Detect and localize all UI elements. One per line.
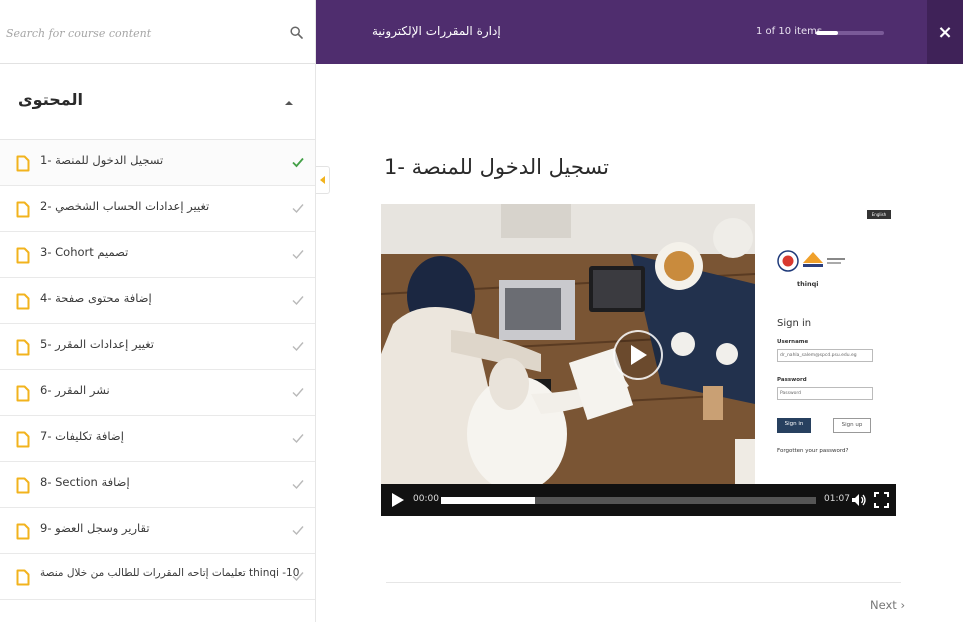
- document-icon: [16, 569, 30, 586]
- content-item-label: إضافة محتوى صفحة -4: [40, 291, 152, 305]
- volume-icon[interactable]: [851, 492, 867, 508]
- content-item-label: تسجيل الدخول للمنصة -1: [40, 153, 164, 167]
- content-item-10[interactable]: تعليمات إتاحه المقررات للطالب من خلال من…: [0, 554, 315, 600]
- collapse-up-icon[interactable]: [280, 94, 298, 112]
- content-item-label: تعليمات إتاحه المقررات للطالب من خلال من…: [40, 567, 300, 579]
- content-item-list: تسجيل الدخول للمنصة -1 تغيير إعدادات الح…: [0, 140, 315, 600]
- check-icon: [291, 338, 305, 352]
- progress-text: 1 of 10 items: [756, 26, 823, 37]
- content-item-6[interactable]: نشر المقرر -6: [0, 370, 315, 416]
- section-title: المحتوى: [18, 90, 83, 109]
- content-item-2[interactable]: تغيير إعدادات الحساب الشخصي -2: [0, 186, 315, 232]
- password-label: Password: [777, 377, 807, 383]
- seek-bar[interactable]: [441, 497, 816, 504]
- check-icon: [291, 292, 305, 306]
- content-item-label: إضافة تكليفات -7: [40, 429, 124, 443]
- search-bar: [0, 0, 315, 64]
- check-icon: [291, 430, 305, 444]
- play-icon: [631, 345, 647, 365]
- progress-bar: [816, 31, 884, 35]
- search-icon[interactable]: [286, 22, 306, 42]
- close-icon: ×: [937, 21, 953, 43]
- video-player[interactable]: English thinqi Sign in Username dr_nahla…: [381, 204, 896, 516]
- university-logo: [777, 250, 845, 272]
- video-controls: 00:00 01:07: [381, 484, 896, 516]
- sign-in-heading: Sign in: [777, 318, 812, 329]
- document-icon: [16, 155, 30, 172]
- search-input[interactable]: [6, 20, 276, 46]
- content-title: تسجيل الدخول للمنصة -1: [384, 155, 609, 179]
- check-icon: [291, 522, 305, 536]
- content-item-4[interactable]: إضافة محتوى صفحة -4: [0, 278, 315, 324]
- content-item-8[interactable]: 8- Section إضافة: [0, 462, 315, 508]
- document-icon: [16, 339, 30, 356]
- next-button[interactable]: Next ›: [870, 598, 905, 612]
- check-icon: [291, 384, 305, 398]
- document-icon: [16, 431, 30, 448]
- content-item-9[interactable]: تقارير وسجل العضو -9: [0, 508, 315, 554]
- content-item-label: نشر المقرر -6: [40, 383, 110, 397]
- play-overlay-button[interactable]: [613, 330, 663, 380]
- play-icon[interactable]: [391, 492, 405, 508]
- course-sidebar: المحتوى تسجيل الدخول للمنصة -1 تغيير إعد…: [0, 0, 316, 622]
- progress-bar-fill: [816, 31, 838, 35]
- course-player: المحتوى تسجيل الدخول للمنصة -1 تغيير إعد…: [0, 0, 963, 622]
- content-item-1[interactable]: تسجيل الدخول للمنصة -1: [0, 140, 315, 186]
- document-icon: [16, 201, 30, 218]
- content-item-label: تغيير إعدادات الحساب الشخصي -2: [40, 199, 210, 213]
- content-item-label: 3- Cohort تصميم: [40, 245, 129, 259]
- fullscreen-icon[interactable]: [874, 492, 889, 508]
- completed-check-icon: [291, 154, 305, 168]
- content-divider: [386, 582, 901, 583]
- sign-in-button: Sign in: [777, 418, 811, 433]
- password-field: Password: [777, 387, 873, 400]
- username-field: dr_nahla_salem@spcd.psu.edu.eg: [777, 349, 873, 362]
- document-icon: [16, 477, 30, 494]
- top-bar: إدارة المقررات الإلكترونية 1 of 10 items: [316, 0, 927, 64]
- duration: 01:07: [824, 494, 850, 504]
- check-icon: [291, 476, 305, 490]
- content-item-label: 8- Section إضافة: [40, 475, 130, 489]
- current-time: 00:00: [413, 494, 439, 504]
- section-header[interactable]: المحتوى: [0, 64, 315, 140]
- content-item-7[interactable]: إضافة تكليفات -7: [0, 416, 315, 462]
- username-label: Username: [777, 339, 809, 345]
- forgot-password-link: Forgotten your password?: [777, 448, 849, 454]
- sign-up-button: Sign up: [833, 418, 871, 433]
- check-icon: [291, 246, 305, 260]
- content-item-label: تغيير إعدادات المقرر -5: [40, 337, 154, 351]
- language-selector: English: [867, 210, 891, 219]
- document-icon: [16, 385, 30, 402]
- document-icon: [16, 293, 30, 310]
- sidebar-toggle-icon[interactable]: [316, 166, 330, 194]
- login-screen-preview: English thinqi Sign in Username dr_nahla…: [755, 204, 896, 484]
- brand-name: thinqi: [797, 280, 819, 288]
- document-icon: [16, 523, 30, 540]
- check-icon: [291, 568, 305, 582]
- seek-bar-played: [441, 497, 535, 504]
- close-button[interactable]: ×: [927, 0, 963, 64]
- document-icon: [16, 247, 30, 264]
- content-item-label: تقارير وسجل العضو -9: [40, 521, 150, 535]
- content-item-5[interactable]: تغيير إعدادات المقرر -5: [0, 324, 315, 370]
- check-icon: [291, 200, 305, 214]
- course-title: إدارة المقررات الإلكترونية: [372, 24, 501, 38]
- content-item-3[interactable]: 3- Cohort تصميم: [0, 232, 315, 278]
- video-thumbnail: [381, 204, 755, 484]
